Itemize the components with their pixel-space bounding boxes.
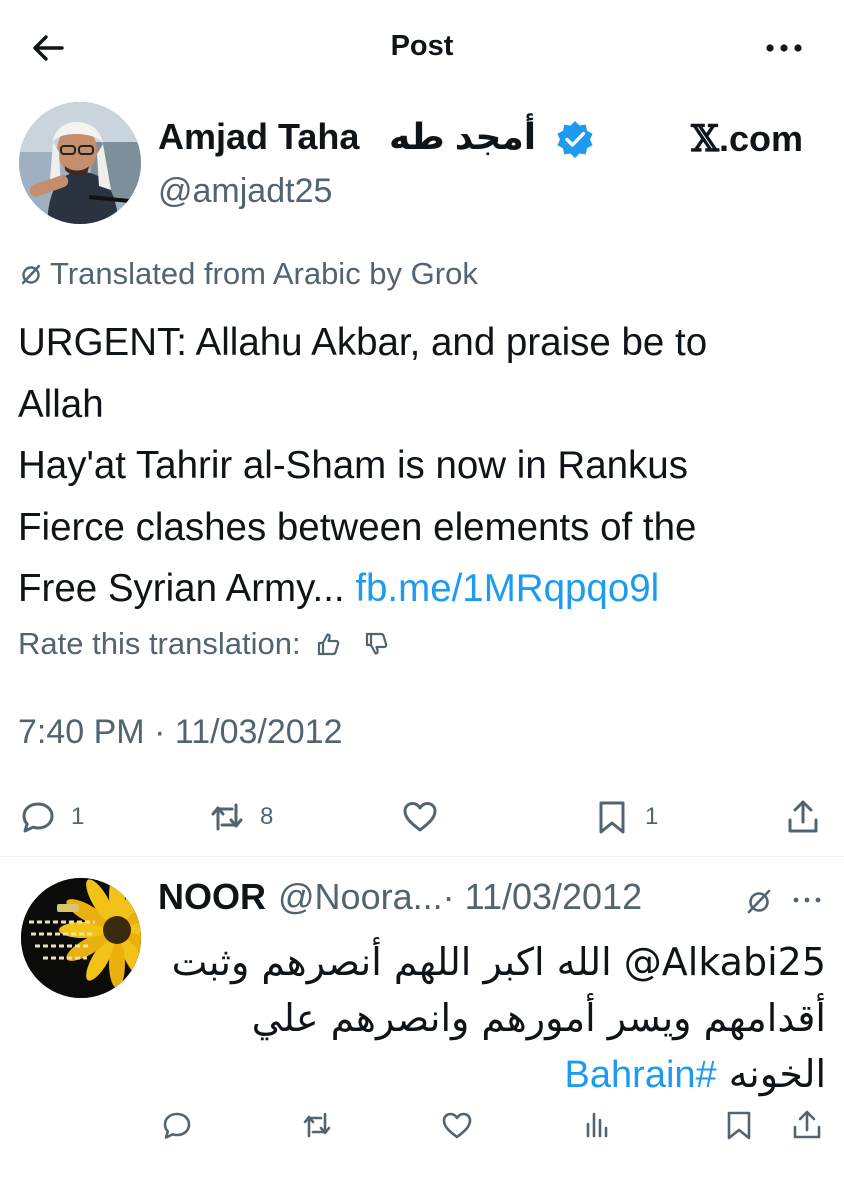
- page-title: Post: [390, 30, 454, 62]
- bookmark-icon: [599, 801, 625, 834]
- author-avatar[interactable]: [19, 102, 141, 224]
- reply-text: Alkabi25@ الله اكبر اللهم أنصرهم وثبت أق…: [158, 934, 826, 1103]
- share-button[interactable]: [784, 795, 822, 839]
- share-icon[interactable]: [790, 1108, 824, 1142]
- tweet-text-line: Allah: [18, 382, 104, 426]
- tweet-actions: 1 8 1: [0, 795, 844, 845]
- views-icon[interactable]: [580, 1108, 614, 1142]
- thumbs-down-icon[interactable]: [363, 630, 391, 658]
- reply-icon: [22, 802, 54, 833]
- repost-button[interactable]: 8: [208, 795, 273, 839]
- source-watermark: 𝕏.com: [691, 118, 803, 160]
- reply-icon[interactable]: [160, 1108, 194, 1142]
- like-button[interactable]: [401, 795, 439, 839]
- reply-avatar-image: [21, 878, 141, 998]
- reply-author-handle[interactable]: @Noora...: [278, 876, 443, 918]
- bookmark-count: 1: [645, 803, 659, 830]
- translation-note-text: Translated from Arabic by Grok: [50, 256, 478, 291]
- rate-translation: Rate this translation:: [18, 626, 391, 662]
- reply-date[interactable]: · 11/03/2012: [443, 876, 643, 918]
- reply-translate-button[interactable]: [744, 886, 774, 916]
- source-domain: .com: [718, 118, 803, 159]
- reply-text-prefix: الخونه: [716, 1052, 826, 1096]
- tweet-text-prefix: Free Syrian Army...: [18, 567, 345, 610]
- author-photo: [19, 102, 141, 224]
- share-icon: [788, 800, 818, 833]
- bookmark-button[interactable]: 1: [593, 795, 658, 839]
- rate-translation-label: Rate this translation:: [18, 626, 301, 661]
- translate-icon: [747, 889, 771, 914]
- reply-more-button[interactable]: [790, 890, 824, 910]
- verified-badge: [555, 119, 595, 159]
- reply-avatar[interactable]: [21, 878, 141, 998]
- more-icon: [766, 44, 802, 52]
- tweet-link[interactable]: fb.me/1MRqpqo9l: [355, 567, 659, 610]
- verified-badge-icon: [557, 121, 593, 158]
- reply-button[interactable]: 1: [19, 795, 84, 839]
- repost-icon[interactable]: [300, 1108, 334, 1142]
- translate-icon: [21, 264, 41, 285]
- reply-actions: [0, 1108, 844, 1148]
- tweet-timestamp[interactable]: 7:40 PM · 11/03/2012: [18, 713, 342, 752]
- top-bar: Post: [0, 0, 844, 95]
- reply-text-line-last: الخونه #Bahrain: [158, 1046, 826, 1103]
- author-handle[interactable]: @amjadt25: [158, 172, 332, 211]
- reply-hashtag[interactable]: #Bahrain: [565, 1054, 717, 1096]
- author-name-arabic[interactable]: أمجد طه: [389, 116, 536, 158]
- tweet-text-line-last: Free Syrian Army... fb.me/1MRqpqo9l: [18, 558, 828, 620]
- like-icon[interactable]: [440, 1108, 474, 1142]
- author-name[interactable]: Amjad Taha: [158, 116, 359, 158]
- more-options-button[interactable]: [764, 36, 804, 60]
- like-icon: [403, 802, 437, 832]
- translation-note[interactable]: Translated from Arabic by Grok: [18, 256, 478, 292]
- repost-count: 8: [260, 803, 274, 830]
- reply-header: NOOR @Noora... · 11/03/2012: [158, 876, 642, 918]
- repost-icon: [211, 803, 243, 831]
- reply-text-line: أقدامهم ويسر أمورهم وانصرهم علي: [251, 996, 826, 1040]
- reply-text-line: Alkabi25@ الله اكبر اللهم أنصرهم وثبت: [171, 940, 826, 984]
- tweet-text: URGENT: Allahu Akbar, and praise be to A…: [18, 312, 828, 620]
- thumbs-up-icon[interactable]: [315, 630, 343, 658]
- reply-author-name[interactable]: NOOR: [158, 876, 266, 918]
- x-logo-icon: 𝕏: [691, 118, 719, 160]
- tweet-text-line: URGENT: Allahu Akbar, and praise be to: [18, 321, 708, 364]
- tweet-text-line: Hay'at Tahrir al-Sham is now in Rankus: [18, 444, 688, 487]
- more-icon: [793, 897, 821, 903]
- reply-count: 1: [71, 803, 85, 830]
- bookmark-icon[interactable]: [722, 1108, 756, 1142]
- tweet-text-line: Fierce clashes between elements of the: [18, 505, 697, 549]
- divider: [0, 856, 844, 857]
